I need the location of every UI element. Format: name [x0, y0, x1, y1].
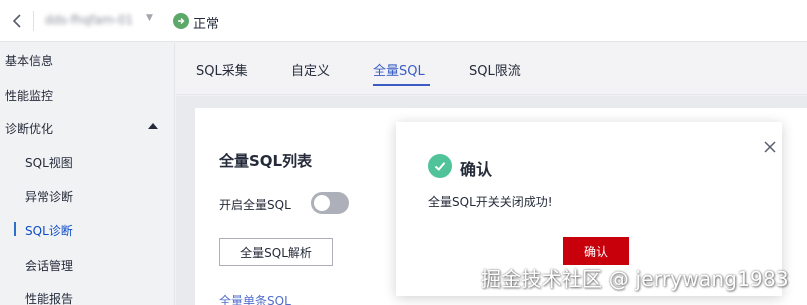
chevron-down-icon[interactable]: ▼	[146, 13, 153, 23]
toggle-knob	[314, 195, 330, 211]
active-tab-underline	[373, 84, 430, 86]
confirm-button[interactable]: 确认	[563, 237, 629, 265]
divider	[33, 11, 34, 31]
status-ok-icon	[173, 13, 189, 29]
top-bar: dds-fhqfam-01 ▼ 正常	[0, 0, 807, 42]
active-indicator	[14, 222, 16, 236]
collapse-triangle-icon[interactable]	[148, 123, 158, 129]
tab-full-sql[interactable]: 全量SQL	[373, 60, 425, 79]
sidebar-item-sql-diagnosis[interactable]: SQL诊断	[25, 222, 73, 239]
instance-name[interactable]: dds-fhqfam-01	[45, 13, 133, 27]
tab-sql-collect[interactable]: SQL采集	[196, 60, 248, 79]
sidebar-item-sql-view[interactable]: SQL视图	[25, 154, 73, 171]
sidebar-item-basic-info[interactable]: 基本信息	[5, 52, 53, 69]
card-title: 全量SQL列表	[219, 152, 313, 170]
full-sql-toggle[interactable]	[311, 192, 349, 214]
watermark: 掘金技术社区 @ jerrywang1983	[481, 267, 789, 291]
dialog-message: 全量SQL开关关闭成功!	[428, 195, 553, 209]
toggle-label: 开启全量SQL	[219, 198, 291, 212]
close-icon[interactable]	[763, 139, 777, 153]
sidebar-item-sessions[interactable]: 会话管理	[25, 257, 73, 274]
full-single-sql-link[interactable]: 全量单条SQL	[219, 292, 291, 305]
back-button[interactable]	[8, 12, 26, 30]
sidebar-item-performance[interactable]: 性能监控	[5, 87, 53, 104]
analyze-button[interactable]: 全量SQL解析	[219, 238, 333, 266]
success-check-icon	[428, 154, 452, 178]
tab-sql-throttle[interactable]: SQL限流	[469, 60, 521, 79]
status-label: 正常	[193, 17, 220, 32]
sidebar-item-anomaly[interactable]: 异常诊断	[25, 188, 73, 205]
sidebar-item-report[interactable]: 性能报告	[25, 290, 73, 305]
sidebar-item-diagnosis[interactable]: 诊断优化	[5, 120, 53, 137]
tab-custom[interactable]: 自定义	[291, 60, 330, 79]
dialog-title: 确认	[460, 160, 493, 179]
chevron-left-icon	[12, 14, 21, 28]
